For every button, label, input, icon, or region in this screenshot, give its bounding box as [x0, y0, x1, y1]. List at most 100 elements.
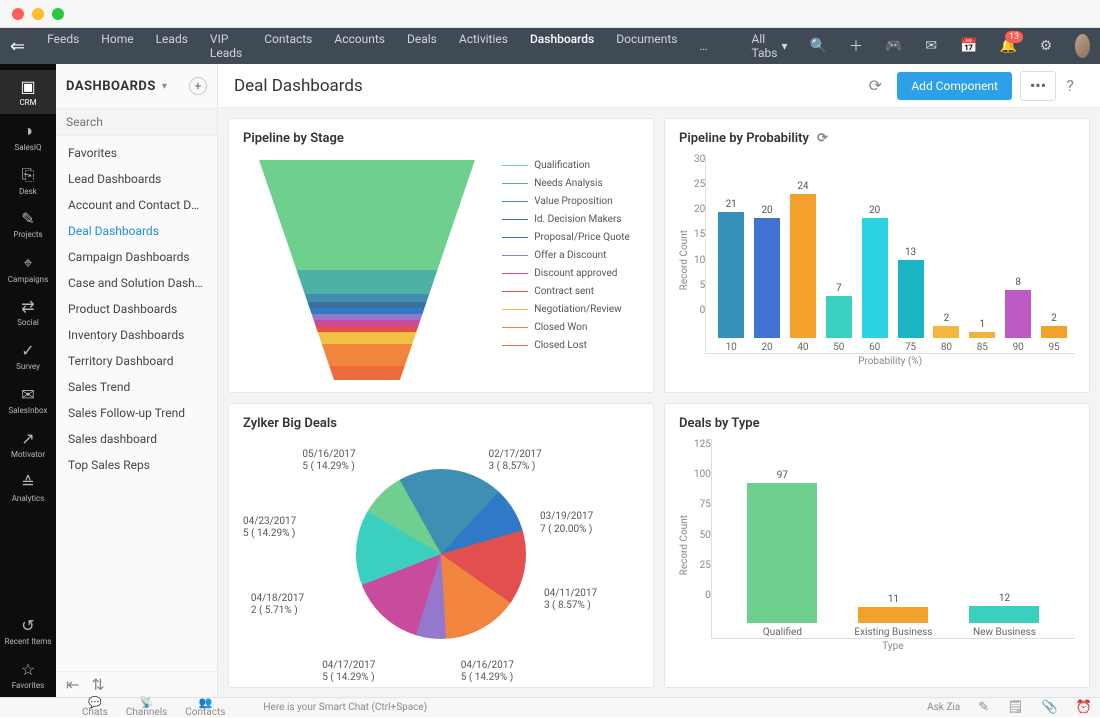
nav-overflow[interactable]: … [699, 39, 707, 53]
rail-projects[interactable]: ✎Projects [0, 202, 56, 246]
search-icon[interactable]: 🔍 [810, 35, 827, 57]
bb-channels[interactable]: 📡Channels [126, 697, 167, 718]
nav-home[interactable]: Home [101, 32, 133, 60]
bb-edit-icon[interactable]: ✎ [978, 700, 989, 715]
dashboards-sidebar: DASHBOARDS ▾ + FavoritesLead DashboardsA… [56, 64, 218, 697]
bar [826, 296, 852, 338]
rail-salesiq[interactable]: ◑SalesIQ [0, 114, 56, 158]
funnel-chart [252, 154, 482, 384]
bar [969, 606, 1039, 623]
rail-salesinbox[interactable]: ✉SalesInbox [0, 378, 56, 422]
sidebar-item[interactable]: Product Dashboards [56, 296, 217, 322]
gamepad-icon[interactable]: 🎮 [885, 35, 902, 57]
sidebar-item[interactable]: Case and Solution Dash… [56, 270, 217, 296]
bb-contacts[interactable]: 👥Contacts [185, 697, 225, 718]
refresh-icon[interactable]: ⟳ [861, 72, 889, 100]
nav-feeds[interactable]: Feeds [47, 32, 79, 60]
bb-clock-icon[interactable]: ⏰ [1076, 700, 1092, 715]
smart-chat-hint[interactable]: Here is your Smart Chat (Ctrl+Space) [243, 702, 909, 713]
all-tabs-label: All Tabs [752, 32, 778, 60]
funnel-segment [314, 320, 421, 326]
legend-item: Negotiation/Review [502, 304, 630, 315]
new-dashboard-button[interactable]: + [189, 77, 207, 95]
list-sort-icon[interactable]: ⇅ [91, 675, 104, 694]
pie-label: 02/17/20173 ( 8.57% ) [489, 449, 542, 474]
nav-accounts[interactable]: Accounts [334, 32, 385, 60]
nav-activities[interactable]: Activities [459, 32, 508, 60]
funnel-segment [259, 160, 475, 270]
bar [747, 483, 817, 623]
legend-item: Closed Lost [502, 340, 630, 351]
legend-item: Offer a Discount [502, 250, 630, 261]
funnel-segment [297, 270, 438, 294]
all-tabs-dropdown[interactable]: All Tabs ▾ [752, 32, 788, 60]
nav-leads[interactable]: Leads [156, 32, 188, 60]
favorites-icon: ☆ [21, 660, 35, 679]
more-options-button[interactable]: ••• [1020, 71, 1056, 101]
bar-column: 11Existing Business [853, 594, 934, 638]
calendar-icon[interactable]: 📅 [960, 35, 977, 57]
sidebar-item[interactable]: Lead Dashboards [56, 166, 217, 192]
rail-favorites[interactable]: ☆Favorites [0, 653, 56, 697]
nav-documents[interactable]: Documents [616, 32, 677, 60]
sidebar-search-input[interactable] [56, 108, 217, 136]
collapse-sidebar-icon[interactable]: ⇤ [66, 675, 79, 694]
add-component-button[interactable]: Add Component [897, 72, 1012, 100]
rail-crm[interactable]: ▣CRM [0, 70, 56, 114]
sidebar-dropdown-icon[interactable]: ▾ [162, 81, 167, 92]
funnel-segment [322, 344, 412, 366]
legend-item: Qualification [502, 160, 630, 171]
nav-contacts[interactable]: Contacts [264, 32, 312, 60]
legend-item: Closed Won [502, 322, 630, 333]
rail-campaigns[interactable]: ⌖Campaigns [0, 246, 56, 290]
bar-column: 2020 [752, 205, 782, 353]
bar [1005, 290, 1031, 338]
sidebar-item[interactable]: Sales dashboard [56, 426, 217, 452]
pie-label: 03/19/20177 ( 20.00% ) [540, 511, 593, 536]
bb-note-icon[interactable]: 🗒 [1007, 700, 1024, 715]
mac-min-icon[interactable] [32, 8, 44, 20]
mail-icon[interactable]: ✉ [924, 35, 938, 57]
rail-recent-items[interactable]: ↺Recent Items [0, 609, 56, 653]
card-title: Deals by Type [679, 416, 760, 431]
settings-icon[interactable]: ⚙ [1039, 35, 1053, 57]
rail-survey[interactable]: ✓Survey [0, 334, 56, 378]
ask-zia-button[interactable]: Ask Zia [927, 702, 960, 713]
mac-titlebar [0, 0, 1100, 28]
card-refresh-icon[interactable]: ⟳ [817, 131, 828, 146]
user-avatar[interactable] [1075, 34, 1090, 58]
mac-close-icon[interactable] [12, 8, 24, 20]
sidebar-item[interactable]: Inventory Dashboards [56, 322, 217, 348]
sidebar-item[interactable]: Account and Contact Da… [56, 192, 217, 218]
bb-clip-icon[interactable]: 📎 [1042, 700, 1058, 715]
sidebar-title: DASHBOARDS [66, 79, 156, 94]
nav-dashboards[interactable]: Dashboards [530, 32, 594, 60]
bell-icon[interactable]: 🔔13 [1000, 35, 1017, 57]
sidebar-item[interactable]: Campaign Dashboards [56, 244, 217, 270]
sidebar-item[interactable]: Deal Dashboards [56, 218, 217, 244]
card-title: Pipeline by Stage [243, 131, 344, 146]
plus-icon[interactable]: ＋ [849, 35, 863, 57]
bar-column: 12New Business [964, 593, 1045, 638]
back-arrow-icon[interactable]: ⇐ [10, 36, 25, 57]
nav-deals[interactable]: Deals [407, 32, 437, 60]
bar [933, 326, 959, 338]
sidebar-item[interactable]: Favorites [56, 140, 217, 166]
nav-vip-leads[interactable]: VIP Leads [210, 32, 242, 60]
mac-max-icon[interactable] [52, 8, 64, 20]
bb-chats[interactable]: 💬Chats [82, 697, 108, 718]
sidebar-item[interactable]: Top Sales Reps [56, 452, 217, 478]
bar-column: 2110 [716, 199, 746, 353]
rail-desk[interactable]: ⎘Desk [0, 158, 56, 202]
social-icon: ⇄ [21, 297, 34, 316]
rail-social[interactable]: ⇄Social [0, 290, 56, 334]
rail-analytics[interactable]: ≙Analytics [0, 466, 56, 510]
x-axis-label: Type [711, 641, 1075, 652]
pie-label: 04/18/20172 ( 5.71% ) [251, 593, 304, 618]
sidebar-item[interactable]: Sales Follow-up Trend [56, 400, 217, 426]
bar-column: 2440 [788, 181, 818, 353]
sidebar-item[interactable]: Sales Trend [56, 374, 217, 400]
help-icon[interactable]: ? [1056, 72, 1084, 100]
rail-motivator[interactable]: ↗Motivator [0, 422, 56, 466]
sidebar-item[interactable]: Territory Dashboard [56, 348, 217, 374]
